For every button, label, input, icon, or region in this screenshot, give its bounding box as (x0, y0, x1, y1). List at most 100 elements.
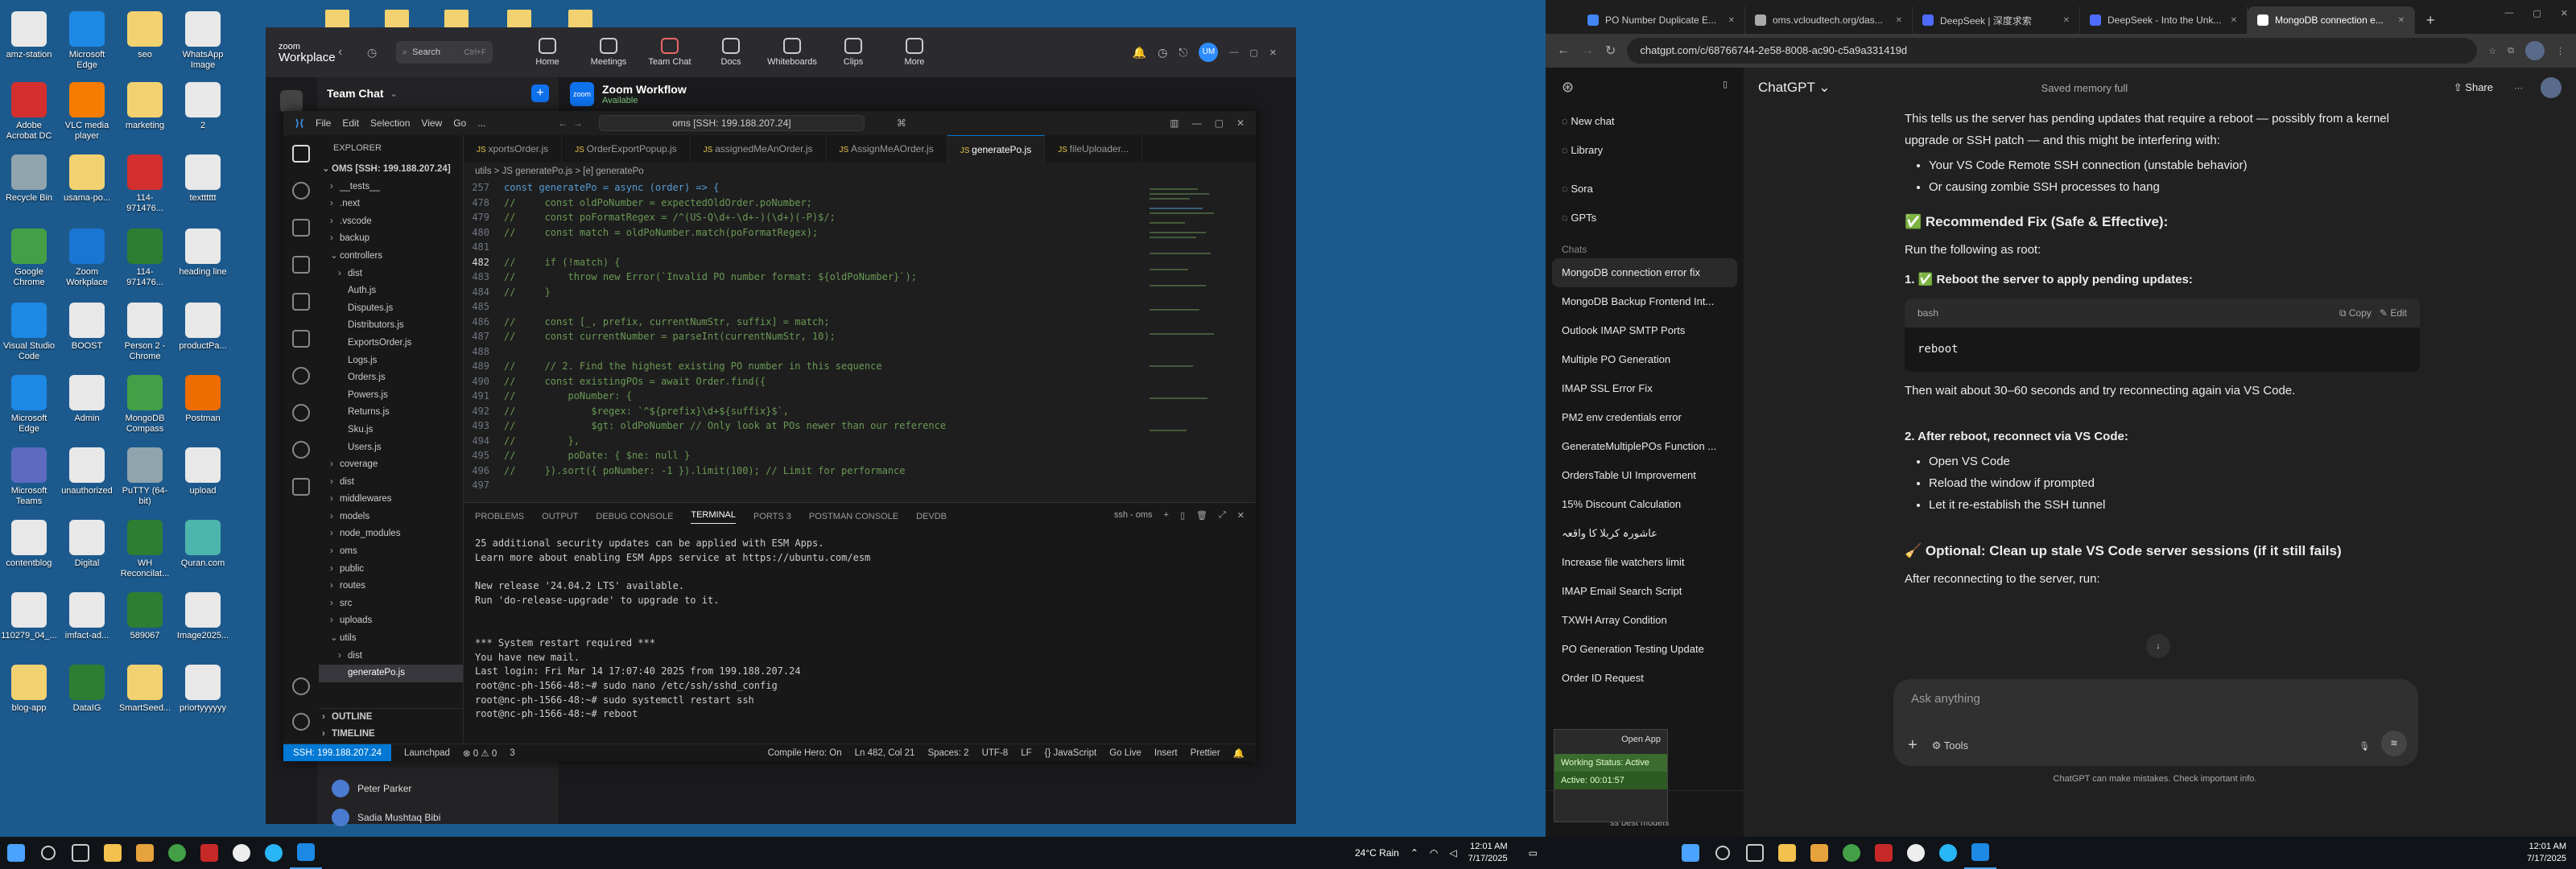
close-icon[interactable]: ✕ (1896, 16, 1902, 25)
chat-history-item[interactable]: MongoDB Backup Frontend Int... (1546, 287, 1744, 316)
folder-item[interactable]: ⌄ utils (319, 630, 463, 648)
python-icon[interactable] (283, 468, 319, 505)
edit-button[interactable]: ✎ Edit (2380, 307, 2407, 319)
new-tab-icon[interactable]: + (2415, 6, 2446, 34)
prompt-input[interactable]: Ask anything (1893, 679, 2418, 719)
file-item[interactable]: Orders.js (319, 369, 463, 387)
editor-tab[interactable]: JS fileUploader... (1045, 135, 1143, 163)
chat-history-item[interactable]: GenerateMultiplePOs Function ... (1546, 432, 1744, 461)
bell-icon[interactable]: 🔔 (1233, 748, 1256, 759)
chat-history-item[interactable]: عاشورہ کربلا کا واقعہ (1546, 519, 1744, 548)
browser-tab[interactable]: PO Number Duplicate E... ✕ (1578, 6, 1745, 34)
chat-history-item[interactable]: IMAP Email Search Script (1546, 577, 1744, 606)
file-item[interactable]: Disputes.js (319, 300, 463, 318)
editor-tab[interactable]: JS AssignMeAOrder.js (827, 135, 947, 163)
desktop-icon[interactable]: Image2025... (177, 592, 229, 641)
desktop-icon[interactable]: Recycle Bin (3, 154, 55, 204)
search-icon[interactable] (1707, 837, 1739, 869)
zoom-tab[interactable]: Home (517, 38, 578, 67)
chat-history-item[interactable]: Increase file watchers limit (1546, 548, 1744, 577)
minimize-icon[interactable]: — (1192, 117, 1202, 129)
close-icon[interactable]: ✕ (2063, 16, 2070, 25)
postman-icon[interactable] (283, 431, 319, 468)
clock[interactable]: 12:01 AM 7/17/2025 (1468, 841, 1517, 865)
panel-tab[interactable]: POSTMAN CONSOLE (809, 512, 898, 521)
zoom-search[interactable]: ⌕ Search Ctrl+F (396, 41, 493, 64)
bell-icon[interactable]: 🔔 (1133, 46, 1146, 60)
minimize-icon[interactable]: — (2504, 8, 2513, 19)
chrome-profile-icon[interactable] (193, 837, 225, 869)
folder-item[interactable]: › dist (319, 266, 463, 283)
edge-icon[interactable] (1932, 837, 1964, 869)
chevron-down-icon[interactable]: ⌄ (390, 89, 398, 99)
desktop-icon[interactable]: PuTTY (64-bit) (119, 447, 171, 507)
desktop-icon[interactable]: Postman (177, 375, 229, 424)
folder-item[interactable]: › public (319, 561, 463, 579)
indentation-item[interactable]: Spaces: 2 (927, 748, 968, 758)
panel-tab[interactable]: PORTS 3 (753, 512, 791, 521)
breadcrumb[interactable]: utils > JS generatePo.js > [e] generateP… (464, 163, 1256, 180)
tools-button[interactable]: ⚙ Tools (1932, 739, 1968, 752)
chrome-profile-icon[interactable] (1868, 837, 1900, 869)
editor-tab[interactable]: JS assignedMeAnOrder.js (691, 135, 827, 163)
panel-tab[interactable]: PROBLEMS (475, 512, 524, 521)
store-icon[interactable] (1803, 837, 1835, 869)
chat-history-item[interactable]: PO Generation Testing Update (1546, 635, 1744, 664)
workspace-root[interactable]: ⌄ OMS [SSH: 199.188.207.24] (319, 161, 463, 179)
maximize-icon[interactable]: ▢ (1249, 47, 1257, 58)
memory-status[interactable]: Saved memory full (2041, 82, 2128, 94)
terminal-output[interactable]: 25 additional security updates can be ap… (464, 530, 1256, 743)
bookmark-icon[interactable]: ☆ (2488, 46, 2496, 56)
encoding-item[interactable]: UTF-8 (982, 748, 1009, 758)
reload-icon[interactable]: ↻ (1605, 43, 1616, 59)
attach-button[interactable]: + (1908, 736, 1918, 755)
desktop-icon[interactable]: Admin (61, 375, 113, 424)
zoom-tab[interactable]: More (884, 38, 945, 67)
voice-mode-button[interactable]: ≋ (2381, 731, 2407, 756)
folder-item[interactable]: › src (319, 595, 463, 613)
desktop-icon[interactable]: MongoDB Compass (119, 375, 171, 434)
desktop-icon[interactable]: textttttt (177, 154, 229, 204)
extensions-icon[interactable] (283, 283, 319, 320)
desktop-icon[interactable]: Person 2 - Chrome (119, 303, 171, 362)
share-button[interactable]: ⇧ Share (2454, 81, 2493, 94)
folder-item[interactable]: › models (319, 509, 463, 526)
desktop-icon[interactable]: SmartSeed... (119, 665, 171, 714)
ports-counter[interactable]: 3 (510, 748, 514, 758)
vscode-taskbar-icon[interactable] (1964, 837, 1996, 869)
explorer-icon[interactable] (283, 135, 319, 172)
minimap[interactable] (1150, 180, 1222, 486)
desktop-icon[interactable]: Visual Studio Code (3, 303, 55, 362)
chat-history-item[interactable]: PM2 env credentials error (1546, 403, 1744, 432)
desktop-icon[interactable]: 110279_04_... (1, 592, 57, 641)
file-item[interactable]: Users.js (319, 439, 463, 457)
desktop-icon[interactable]: BOOST (61, 303, 113, 352)
panel-tab[interactable]: DEVDB (916, 512, 947, 521)
address-bar[interactable]: chatgpt.com/c/68766744-2e58-8008-ac90-c5… (1627, 38, 2478, 64)
desktop-icon[interactable]: imfact-ad... (61, 592, 113, 641)
browser-tab[interactable]: oms.vcloudtech.org/das... ✕ (1745, 6, 1913, 34)
open-app-button[interactable]: Open App (1554, 730, 1667, 749)
folder-item[interactable]: › uploads (319, 612, 463, 630)
chat-history-item[interactable]: TXWH Array Condition (1546, 606, 1744, 635)
editor-tab[interactable]: JS xportsOrder.js (464, 135, 563, 163)
desktop-icon[interactable]: contentblog (3, 520, 55, 569)
file-item[interactable]: Auth.js (319, 282, 463, 300)
more-menu-icon[interactable]: ⋮ (2556, 46, 2565, 56)
desktop-icon[interactable]: marketing (119, 82, 171, 131)
desktop-icon[interactable]: 589067 (119, 592, 171, 641)
desktop-icon[interactable]: blog-app (3, 665, 55, 714)
desktop-icon[interactable]: Google Chrome (3, 229, 55, 288)
folder-item[interactable]: › coverage (319, 456, 463, 474)
folder-item[interactable]: › .next (319, 196, 463, 213)
panel-tab[interactable]: TERMINAL (691, 510, 736, 524)
desktop-icon[interactable]: Zoom Workplace (61, 229, 113, 288)
folder-item[interactable]: › backup (319, 230, 463, 248)
chat-history-item[interactable]: IMAP SSL Error Fix (1546, 374, 1744, 403)
minimize-icon[interactable]: — (1229, 47, 1238, 57)
zoom-tab[interactable]: Team Chat (639, 38, 700, 67)
tray-chevron-icon[interactable]: ⌃ (1410, 847, 1418, 859)
editor-tab[interactable]: JS OrderExportPopup.js (562, 135, 691, 163)
compile-hero-item[interactable]: Compile Hero: On (768, 748, 842, 758)
volume-icon[interactable]: ◁ (1449, 847, 1456, 859)
